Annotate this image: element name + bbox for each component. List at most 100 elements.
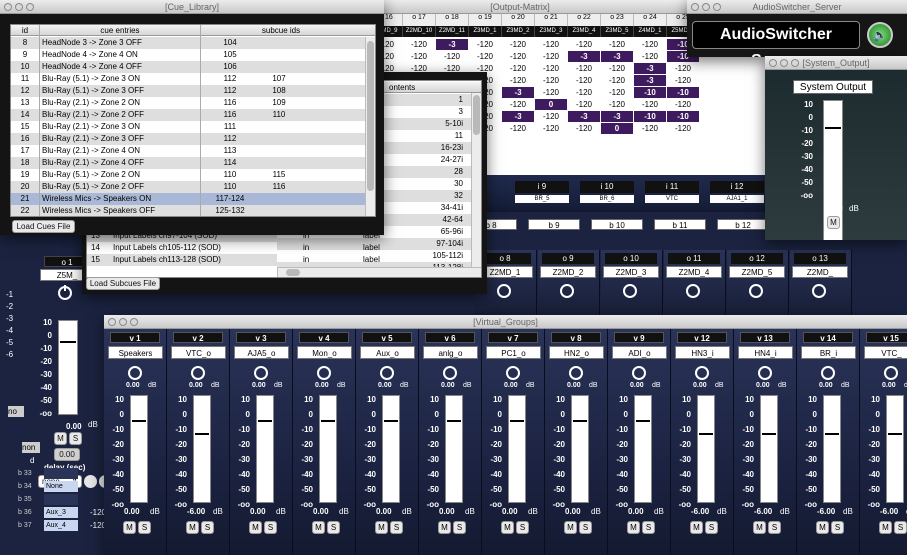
matrix-cell[interactable]: -3	[601, 111, 633, 122]
matrix-cell[interactable]: -120	[469, 51, 501, 62]
cue-row[interactable]: 12 Blu-Ray (5.1) -> Zone 3 OFF 112 108	[11, 85, 375, 97]
matrix-cell[interactable]: -120	[568, 123, 600, 134]
group-fader[interactable]	[697, 395, 715, 503]
mute-button[interactable]: M	[375, 521, 388, 534]
cue-row[interactable]: 19 Blu-Ray (5.1) -> Zone 2 ON 110 115	[11, 169, 375, 181]
cue-row[interactable]: 17 Blu-Ray (2.1) -> Zone 4 ON 113	[11, 145, 375, 157]
group-fader[interactable]	[508, 395, 526, 503]
matrix-cell[interactable]: -120	[667, 63, 699, 74]
mute-button[interactable]: M	[438, 521, 451, 534]
bus-value[interactable]: -120	[80, 507, 106, 518]
group-name[interactable]: Mon_o	[297, 346, 352, 359]
subcue-scrollbar[interactable]	[471, 93, 481, 267]
solo-button[interactable]: S	[453, 521, 466, 534]
cue-row[interactable]: 22 Wireless Mics -> Speakers OFF 125-132	[11, 205, 375, 216]
system-output-titlebar[interactable]: [System_Output]	[765, 56, 907, 70]
fader-handle[interactable]	[699, 433, 713, 435]
matrix-cell[interactable]: -120	[601, 87, 633, 98]
mute-button[interactable]: M	[627, 521, 640, 534]
pan-knob[interactable]	[569, 366, 583, 380]
solo-button[interactable]: S	[705, 521, 718, 534]
solo-button[interactable]: S	[516, 521, 529, 534]
group-fader[interactable]	[382, 395, 400, 503]
group-fader[interactable]	[445, 395, 463, 503]
close-button[interactable]	[4, 3, 12, 11]
pan-knob[interactable]	[623, 284, 637, 298]
group-fader[interactable]	[193, 395, 211, 503]
output-name[interactable]: Z2MD_5	[729, 266, 785, 278]
zoom-button[interactable]	[26, 3, 34, 11]
pan-knob[interactable]	[191, 366, 205, 380]
matrix-cell[interactable]: -120	[634, 51, 666, 62]
virtual-groups-titlebar[interactable]: [Virtual_Groups]	[104, 315, 907, 329]
mute-button[interactable]: M	[123, 521, 136, 534]
matrix-cell[interactable]: -120	[634, 123, 666, 134]
minimize-button[interactable]	[15, 3, 23, 11]
bus-name[interactable]	[44, 494, 78, 505]
mute-button[interactable]: M	[186, 521, 199, 534]
speaker-icon[interactable]: 🔈	[867, 22, 893, 48]
matrix-cell[interactable]: -10	[634, 111, 666, 122]
cue-row[interactable]: 9 HeadNode 4 -> Zone 4 ON 105	[11, 49, 375, 61]
group-name[interactable]: HN2_o	[549, 346, 604, 359]
scroll-thumb[interactable]	[473, 95, 480, 135]
pan-knob[interactable]	[317, 366, 331, 380]
solo-button[interactable]: S	[327, 521, 340, 534]
fader-handle[interactable]	[510, 420, 524, 422]
group-fader[interactable]	[823, 395, 841, 503]
group-name[interactable]: BR_i	[801, 346, 856, 359]
minimize-button[interactable]	[119, 318, 127, 326]
matrix-cell[interactable]: -120	[601, 99, 633, 110]
cue-row[interactable]: 15 Blu-Ray (2.1) -> Zone 3 ON 111	[11, 121, 375, 133]
hscroll-thumb[interactable]	[286, 269, 300, 276]
server-titlebar[interactable]: AudioSwitcher_Server	[687, 0, 907, 14]
bus-name[interactable]: Aux_3	[44, 507, 78, 518]
matrix-cell[interactable]: -120	[667, 75, 699, 86]
zoom-button[interactable]	[713, 3, 721, 11]
pan-knob[interactable]	[58, 285, 72, 300]
load-cues-button[interactable]: Load Cues File	[12, 220, 75, 233]
scroll-thumb[interactable]	[367, 41, 374, 191]
mute-button[interactable]: M	[690, 521, 703, 534]
mute-button[interactable]: M	[501, 521, 514, 534]
pan-knob[interactable]	[821, 366, 835, 380]
cue-row[interactable]: 21 Wireless Mics -> Speakers ON 117-124	[11, 193, 375, 205]
group-fader[interactable]	[319, 395, 337, 503]
pan-knob[interactable]	[812, 284, 826, 298]
matrix-cell[interactable]: -120	[568, 87, 600, 98]
group-fader[interactable]	[760, 395, 778, 503]
solo-button[interactable]: S	[138, 521, 151, 534]
solo-button[interactable]: S	[69, 432, 82, 445]
fader-handle[interactable]	[258, 420, 272, 422]
output-name[interactable]: Z2MD_2	[540, 266, 596, 278]
bus-name[interactable]	[44, 468, 78, 479]
group-fader[interactable]	[571, 395, 589, 503]
group-name[interactable]: anlg_o	[423, 346, 478, 359]
fader-handle[interactable]	[60, 341, 76, 343]
solo-button[interactable]: S	[831, 521, 844, 534]
matrix-cell[interactable]: -3	[634, 75, 666, 86]
output-name[interactable]: Z2MD_	[792, 266, 848, 278]
output-name[interactable]: Z2MD_4	[666, 266, 722, 278]
matrix-cell[interactable]: 0	[535, 99, 567, 110]
col-id-header[interactable]: id	[11, 25, 39, 36]
pan-knob[interactable]	[632, 366, 646, 380]
bus-value[interactable]	[80, 468, 106, 479]
pan-knob[interactable]	[686, 284, 700, 298]
minimize-button[interactable]	[780, 59, 788, 67]
minimize-button[interactable]	[702, 3, 710, 11]
group-name[interactable]: AJA5_o	[234, 346, 289, 359]
mute-button[interactable]: M	[54, 432, 67, 445]
group-name[interactable]: ADI_o	[612, 346, 667, 359]
matrix-cell[interactable]: -3	[568, 51, 600, 62]
pan-knob[interactable]	[254, 366, 268, 380]
mute-button[interactable]: M	[249, 521, 262, 534]
pan-knob[interactable]	[695, 366, 709, 380]
fader-handle[interactable]	[888, 433, 902, 435]
matrix-cell[interactable]: -120	[568, 63, 600, 74]
mute-button[interactable]: M	[753, 521, 766, 534]
bus-name[interactable]: Aux_4	[44, 520, 78, 531]
fader-handle[interactable]	[447, 420, 461, 422]
matrix-cell[interactable]: -120	[535, 123, 567, 134]
fader-handle[interactable]	[825, 433, 839, 435]
